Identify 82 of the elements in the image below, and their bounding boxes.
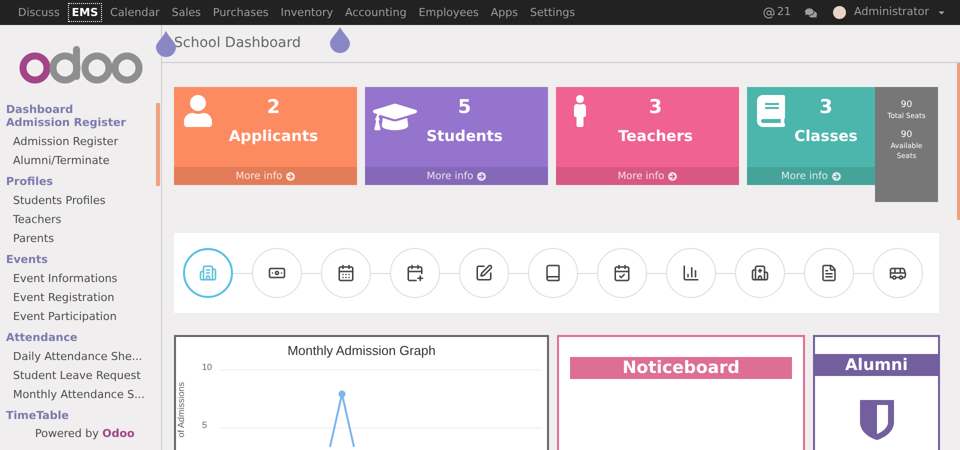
book-icon	[755, 95, 787, 127]
arrow-right-icon	[832, 172, 841, 180]
logo-icon	[18, 46, 142, 84]
calendar-plus-icon	[406, 264, 424, 282]
bar-chart-icon	[682, 264, 700, 282]
menu-item[interactable]: EMS	[68, 3, 102, 22]
stat-label: Classes	[794, 126, 858, 147]
user-name[interactable]: Administrator	[854, 4, 929, 21]
stat-count: 2	[266, 95, 280, 119]
drop-marker-icon[interactable]	[330, 27, 350, 53]
shortcut-button[interactable]	[735, 248, 785, 298]
chat-icon[interactable]	[805, 6, 817, 18]
menu-item[interactable]: Discuss	[14, 3, 64, 22]
book-icon	[544, 264, 562, 282]
sidebar-section-title[interactable]: Events	[6, 253, 161, 266]
brand-link[interactable]: Odoo	[102, 427, 135, 440]
more-info-link[interactable]: More info	[556, 167, 739, 185]
sidebar-item[interactable]: Event Participation	[6, 307, 161, 326]
stat-count: 5	[458, 95, 472, 119]
tick-label: 5	[202, 419, 208, 432]
sidebar-item[interactable]: Alumni/Terminate	[6, 151, 161, 170]
stat-label: Teachers	[618, 126, 693, 147]
sidebar-item[interactable]: Event Registration	[6, 288, 161, 307]
menu-item[interactable]: Accounting	[341, 3, 411, 22]
sidebar-section-title[interactable]: Attendance	[6, 331, 161, 344]
sidebar-item[interactable]: Daily Attendance She...	[6, 347, 161, 366]
arrow-right-icon	[668, 172, 678, 180]
shortcut-button[interactable]	[459, 248, 509, 298]
powered-by-text: Powered by	[35, 427, 99, 440]
alumni-title: Alumni	[815, 354, 938, 376]
menu-item[interactable]: Sales	[168, 3, 205, 22]
calendar-check-icon	[613, 264, 631, 282]
shortcut-button[interactable]	[390, 248, 440, 298]
shortcut-button[interactable]	[804, 248, 854, 298]
sidebar-item[interactable]: Students Profiles	[6, 191, 161, 210]
tick-label: 10	[202, 361, 212, 374]
menu-item[interactable]: Purchases	[208, 3, 273, 22]
mention-icon[interactable]	[763, 6, 775, 18]
calendar-icon	[337, 264, 355, 282]
menu-item[interactable]: Settings	[526, 3, 580, 22]
seat-count: 90	[900, 129, 912, 141]
arrow-right-icon	[286, 172, 296, 180]
sidebar-item[interactable]: Student Leave Request	[6, 366, 161, 385]
more-info-link[interactable]: More info	[365, 167, 548, 185]
person-icon	[182, 95, 214, 127]
stat-count: 3	[648, 95, 662, 119]
menu-item[interactable]: Employees	[414, 3, 483, 22]
building-icon	[199, 264, 217, 282]
shortcut-button[interactable]	[252, 248, 302, 298]
shield-icon	[860, 400, 894, 440]
menu-item[interactable]: Apps	[486, 3, 522, 22]
stat-label: Applicants	[228, 126, 318, 147]
arrow-right-icon	[477, 172, 486, 180]
shortcut-button[interactable]	[873, 248, 923, 298]
shortcut-button[interactable]	[528, 248, 578, 298]
sidebar-item[interactable]: Admission Register	[6, 132, 161, 151]
sidebar-section-title[interactable]: Admission Register	[6, 116, 161, 129]
pencil-square-icon	[475, 264, 493, 282]
stat-label: Students	[426, 126, 503, 147]
sidebar-section-title[interactable]: Profiles	[6, 175, 161, 188]
hospital-icon	[751, 264, 769, 282]
menu-item[interactable]: Inventory	[276, 3, 338, 22]
stat-count: 3	[819, 95, 833, 119]
sidebar-item[interactable]: Teachers	[6, 210, 161, 229]
sidebar-section-title[interactable]: TimeTable	[6, 409, 161, 422]
sidebar-section-title[interactable]: Dashboard	[6, 103, 161, 116]
seat-count: 90	[900, 99, 912, 111]
axis-label: of Admissions	[175, 382, 188, 438]
shortcut-button[interactable]	[321, 248, 371, 298]
sidebar-item[interactable]: Event Informations	[6, 269, 161, 288]
document-icon	[820, 264, 838, 282]
menu-item[interactable]: Calendar	[106, 3, 164, 22]
drop-marker-icon[interactable]	[156, 31, 176, 57]
shortcut-button[interactable]	[666, 248, 716, 298]
avatar-icon	[833, 6, 846, 19]
sidebar-item[interactable]: Parents	[6, 229, 161, 248]
page-title: School Dashboard	[174, 34, 301, 53]
noticeboard-title: Noticeboard	[570, 357, 792, 379]
chart-title: Monthly Admission Graph	[287, 342, 436, 360]
mention-count[interactable]: 21	[777, 4, 791, 21]
shortcut-button[interactable]	[597, 248, 647, 298]
sidebar-item[interactable]: Monthly Attendance S...	[6, 385, 161, 404]
